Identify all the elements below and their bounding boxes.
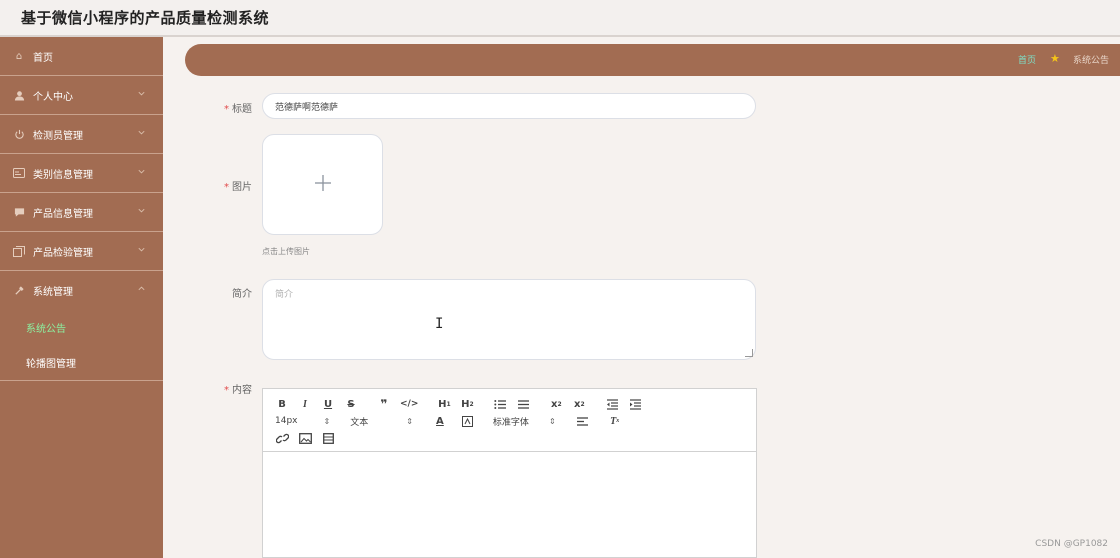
sidebar-item-profile[interactable]: 个人中心: [0, 76, 163, 115]
required-mark: *: [224, 385, 229, 396]
breadcrumb: 首页 ★ 系统公告: [185, 44, 1120, 76]
intro-label: 简介: [192, 285, 252, 300]
top-header: 基于微信小程序的产品质量检测系统: [0, 0, 1120, 37]
sidebar-item-category[interactable]: 类别信息管理: [0, 154, 163, 193]
title-label: * 标题: [192, 100, 252, 115]
resize-handle[interactable]: [745, 349, 753, 357]
italic-icon[interactable]: I: [298, 397, 312, 411]
ordered-list-icon[interactable]: [493, 397, 507, 411]
tools-icon: [12, 284, 26, 298]
font-size-select[interactable]: 14px ⇕: [275, 416, 330, 426]
user-icon: [12, 88, 26, 102]
bold-icon[interactable]: B: [275, 397, 289, 411]
chevron-down-icon: [137, 206, 147, 216]
sidebar-item-system[interactable]: 系统管理: [0, 271, 163, 310]
strikethrough-icon[interactable]: S: [344, 397, 358, 411]
font-family-value: 标准字体: [492, 417, 529, 428]
sidebar-subitem-announcement[interactable]: 系统公告: [0, 310, 163, 345]
sidebar-item-label: 系统管理: [33, 287, 73, 298]
sidebar-item-inspector[interactable]: 检测员管理: [0, 115, 163, 154]
chevron-up-icon: [137, 284, 147, 294]
intro-placeholder: 简介: [275, 290, 294, 300]
star-icon: ★: [1050, 52, 1060, 65]
intro-textarea[interactable]: 简介: [262, 279, 756, 360]
background-color-icon[interactable]: [461, 414, 475, 428]
sidebar-item-label: 首页: [33, 52, 53, 64]
code-block-icon[interactable]: </>: [400, 397, 418, 411]
sidebar-item-label: 检测员管理: [33, 130, 83, 142]
outdent-icon[interactable]: [605, 397, 619, 411]
bullet-list-icon[interactable]: [516, 397, 530, 411]
image-label: * 图片: [192, 178, 252, 193]
superscript-icon[interactable]: x2: [572, 397, 586, 411]
select-arrows-icon: ⇕: [548, 416, 556, 426]
chevron-down-icon: [137, 89, 147, 99]
heading-2-icon[interactable]: H2: [460, 397, 474, 411]
required-mark: *: [224, 182, 229, 193]
align-icon[interactable]: [576, 414, 590, 428]
plus-icon: [313, 172, 333, 198]
sidebar-item-label: 类别信息管理: [33, 169, 93, 181]
editor-toolbar: B I U S ❞ </> H1 H2 x2 x2 14px ⇕ 文本 ⇕ A …: [263, 389, 756, 452]
required-mark: *: [224, 104, 229, 115]
indent-icon[interactable]: [628, 397, 642, 411]
link-icon[interactable]: [275, 431, 289, 445]
content-label-text: 内容: [232, 385, 252, 396]
sidebar-item-label: 个人中心: [33, 91, 73, 103]
upload-tip: 点击上传图片: [262, 247, 310, 256]
video-icon[interactable]: [321, 431, 335, 445]
paragraph-select[interactable]: 文本 ⇕: [350, 415, 413, 428]
card-icon: [12, 166, 26, 180]
rich-text-editor: B I U S ❞ </> H1 H2 x2 x2 14px ⇕ 文本 ⇕ A …: [262, 388, 757, 558]
chevron-down-icon: [137, 245, 147, 255]
breadcrumb-home-link[interactable]: 首页: [1018, 53, 1036, 66]
select-arrows-icon: ⇕: [323, 416, 331, 426]
sidebar-group-system: 系统管理 系统公告 轮播图管理: [0, 271, 163, 381]
sidebar-item-label: 产品信息管理: [33, 208, 93, 220]
chevron-down-icon: [137, 128, 147, 138]
subscript-icon[interactable]: x2: [549, 397, 563, 411]
sidebar-item-inspection[interactable]: 产品检验管理: [0, 232, 163, 271]
image-icon[interactable]: [298, 431, 312, 445]
sidebar-item-home[interactable]: ⌂ 首页: [0, 37, 163, 76]
chevron-down-icon: [137, 167, 147, 177]
copy-icon: [12, 244, 26, 258]
font-size-value: 14px: [275, 416, 298, 426]
clear-format-icon[interactable]: Tx: [608, 414, 622, 428]
content-label: * 内容: [192, 381, 252, 396]
sidebar: ⌂ 首页 个人中心 检测员管理 类别信息管理 产品信息管理 产品检验管理 系统管…: [0, 37, 163, 558]
power-icon: [12, 127, 26, 141]
image-label-text: 图片: [232, 182, 252, 193]
select-arrows-icon: ⇕: [406, 416, 413, 426]
watermark: CSDN @GP1082: [1035, 539, 1108, 549]
sidebar-item-product[interactable]: 产品信息管理: [0, 193, 163, 232]
blockquote-icon[interactable]: ❞: [377, 397, 391, 411]
underline-icon[interactable]: U: [321, 397, 335, 411]
app-title: 基于微信小程序的产品质量检测系统: [21, 9, 270, 27]
sidebar-subitem-carousel[interactable]: 轮播图管理: [0, 345, 163, 380]
sidebar-item-label: 产品检验管理: [33, 247, 93, 259]
chat-icon: [12, 205, 26, 219]
editor-content-area[interactable]: [263, 452, 756, 558]
home-icon: ⌂: [15, 50, 23, 62]
breadcrumb-current: 系统公告: [1073, 56, 1110, 66]
paragraph-value: 文本: [350, 417, 369, 428]
title-input[interactable]: 范德萨啊范德萨: [262, 93, 756, 119]
image-upload-button[interactable]: [262, 134, 383, 235]
title-label-text: 标题: [232, 104, 252, 115]
font-color-icon[interactable]: A: [433, 414, 447, 428]
heading-1-icon[interactable]: H1: [437, 397, 451, 411]
font-family-select[interactable]: 标准字体 ⇕: [493, 415, 556, 428]
intro-label-text: 简介: [232, 289, 252, 300]
text-cursor-icon: I: [435, 316, 444, 332]
